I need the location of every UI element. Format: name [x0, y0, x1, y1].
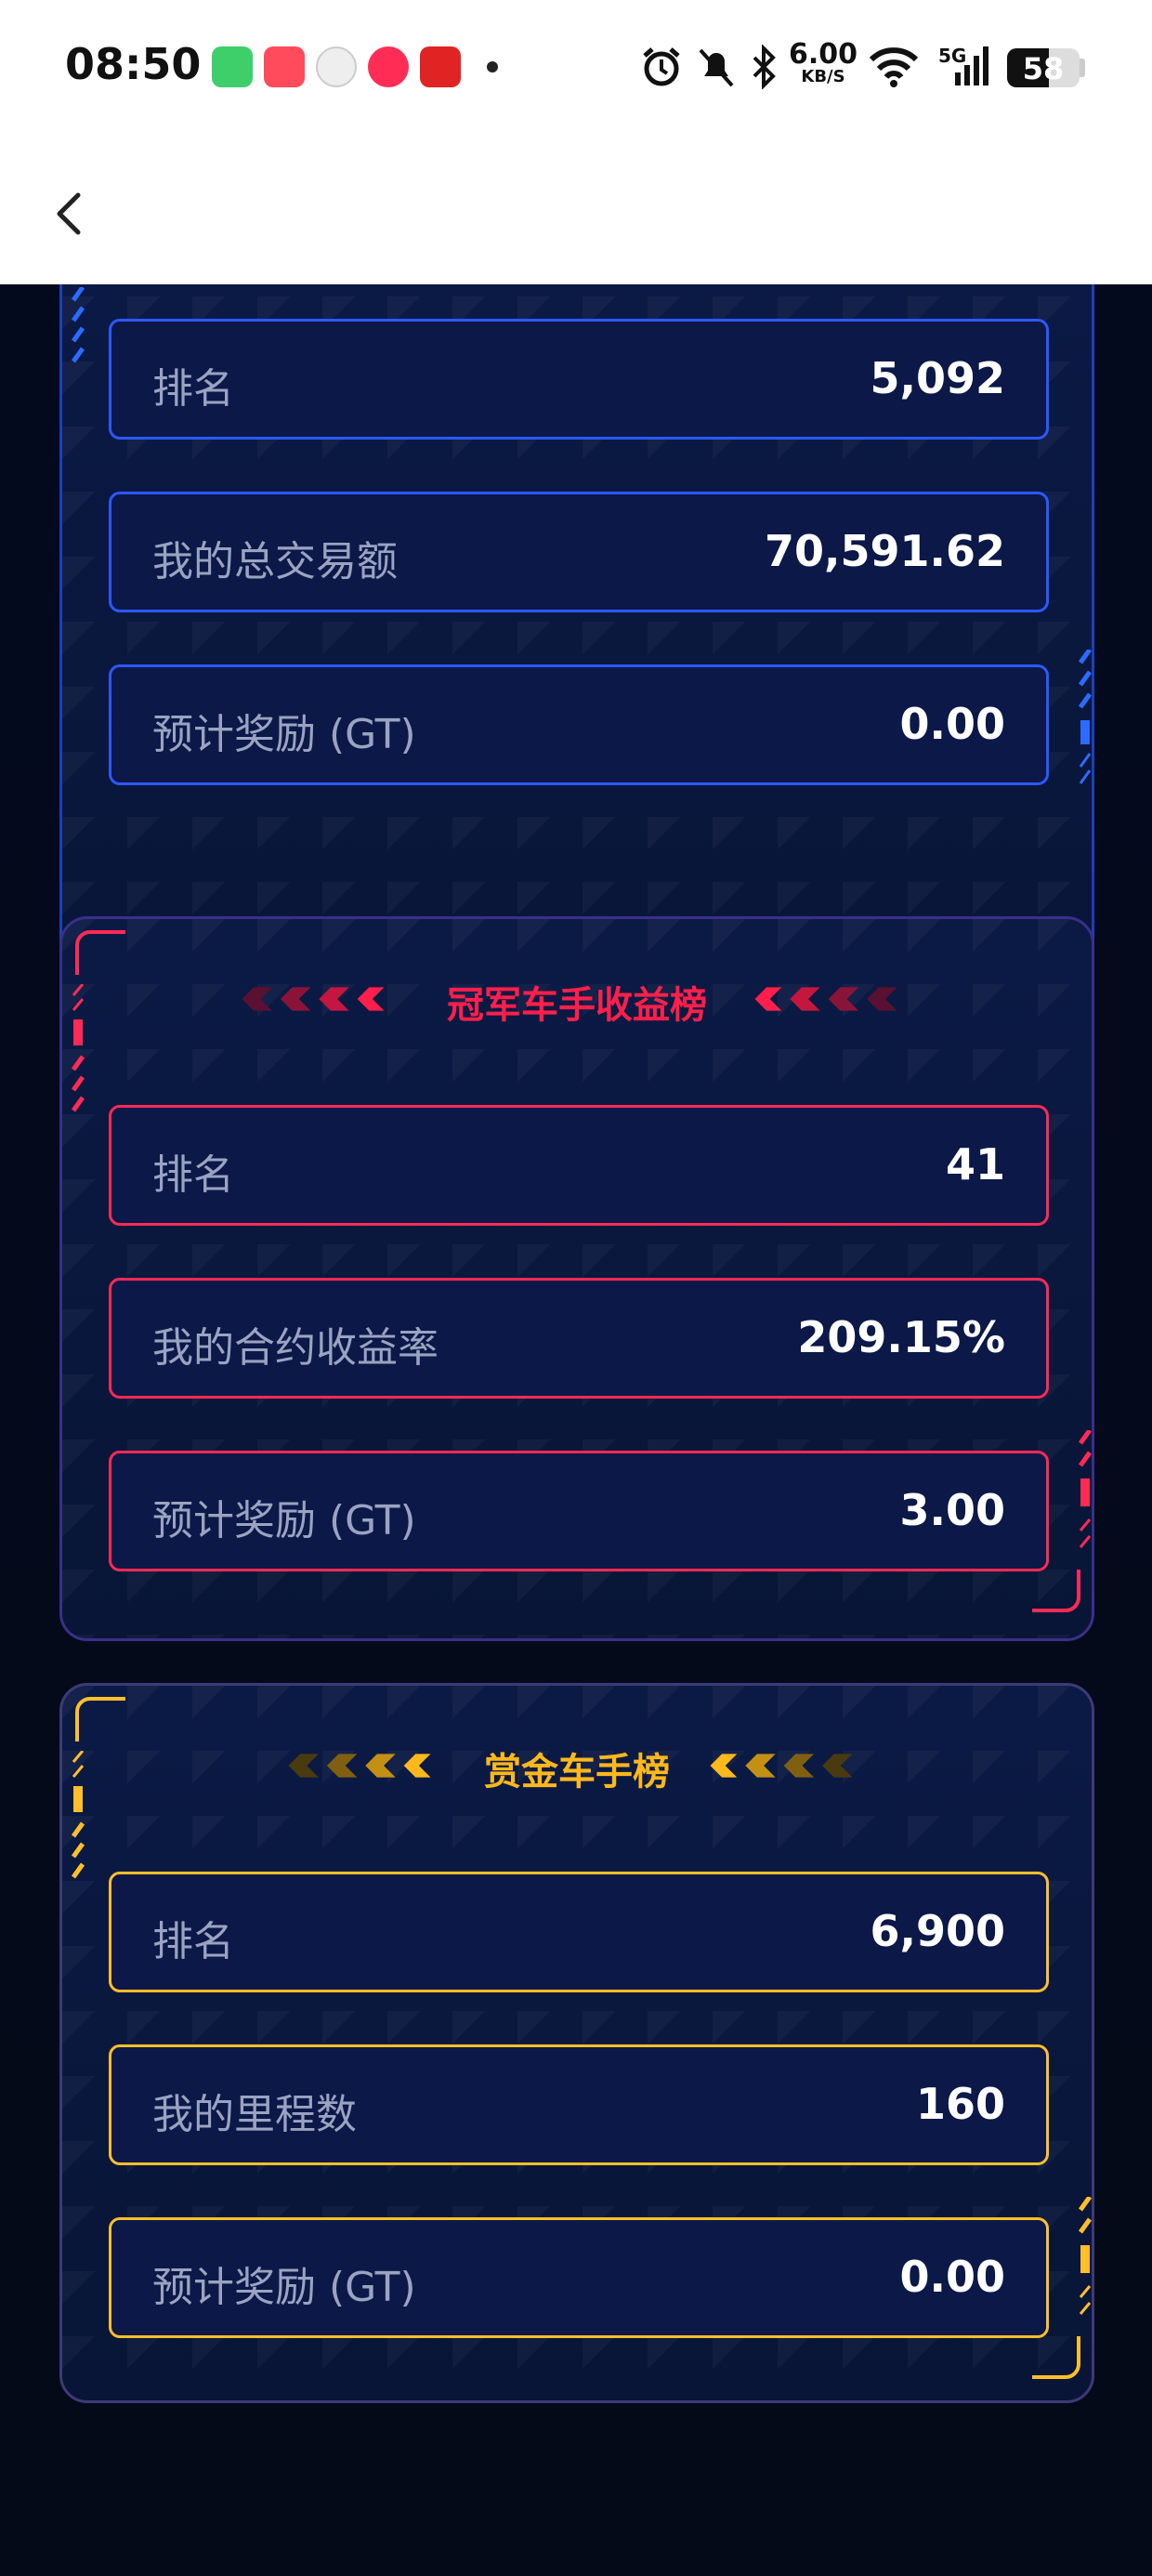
rank-label: 排名: [152, 1151, 234, 1199]
mileage-value: 160: [915, 2079, 1005, 2129]
battery-nub: [1080, 59, 1085, 77]
rank-label: 排名: [152, 365, 234, 413]
total-volume-value: 70,591.62: [765, 526, 1005, 576]
app-icon-shop: [264, 46, 305, 87]
notification-dot: [487, 61, 498, 72]
wifi-icon: [869, 47, 919, 87]
mileage-row: 我的里程数 160: [109, 2044, 1049, 2165]
left-stripe-deco: [71, 287, 85, 363]
contract-return-row: 我的合约收益率 209.15%: [109, 1278, 1049, 1399]
corner-bracket-deco: [75, 930, 125, 975]
mileage-label: 我的里程数: [152, 2091, 357, 2138]
rank-value: 5,092: [870, 353, 1005, 403]
bluetooth-icon: [753, 45, 776, 89]
status-bar: 08:50 6.00 KB/S 5G 58: [0, 0, 1152, 139]
reward-value: 0.00: [899, 699, 1006, 749]
mute-bell-icon: [699, 48, 734, 87]
reward-row: 预计奖励 (GT) 0.00: [109, 2217, 1049, 2338]
checkered-flag-right-deco: [710, 1754, 853, 1778]
contract-return-value: 209.15%: [797, 1312, 1005, 1362]
reward-label: 预计奖励 (GT): [152, 711, 416, 758]
reward-value: 0.00: [899, 2252, 1006, 2302]
reward-label: 预计奖励 (GT): [152, 1497, 416, 1544]
chevron-left-icon: [57, 192, 81, 235]
right-stripe-deco: [1078, 1430, 1093, 1548]
app-icon-clock: [316, 46, 357, 87]
bounty-driver-card: 赏金车手榜 排名 6,900 我的里程数 160 预计奖励 (GT) 0.00: [59, 1683, 1094, 2403]
nav-bar: [0, 139, 1152, 284]
total-volume-label: 我的总交易额: [152, 538, 398, 585]
rank-row: 排名 5,092: [109, 319, 1049, 440]
right-stripe-deco: [1078, 650, 1093, 784]
alarm-icon: [643, 47, 680, 86]
reward-row: 预计奖励 (GT) 3.00: [109, 1451, 1049, 1571]
reward-value: 3.00: [899, 1485, 1006, 1535]
card-title: 赏金车手榜: [484, 1751, 670, 1794]
rank-row: 排名 41: [109, 1105, 1049, 1226]
rank-row: 排名 6,900: [109, 1872, 1049, 1992]
app-icon-play: [368, 46, 409, 87]
corner-bracket-deco: [75, 1697, 125, 1741]
corner-bracket-deco: [1032, 2336, 1080, 2379]
rank-label: 排名: [152, 1918, 234, 1965]
back-button[interactable]: [37, 177, 111, 251]
contract-return-label: 我的合约收益率: [152, 1324, 439, 1372]
app-icon-green: [212, 46, 253, 87]
champion-profit-card: 冠军车手收益榜 排名 41 我的合约收益率 209.15% 预计奖励 (GT) …: [59, 916, 1094, 1641]
total-volume-row: 我的总交易额 70,591.62: [109, 492, 1049, 612]
status-time: 08:50: [65, 39, 202, 89]
reward-label: 预计奖励 (GT): [152, 2264, 416, 2311]
leaderboard-content[interactable]: 排名 5,092 我的总交易额 70,591.62 预计奖励 (GT) 0.00: [0, 284, 1152, 2576]
signal-icon: [955, 46, 988, 85]
right-stripe-deco: [1078, 2197, 1093, 2315]
app-icon-news: [420, 46, 461, 87]
battery-icon: 58: [1007, 48, 1080, 87]
rank-value: 41: [945, 1139, 1005, 1189]
checkered-flag-right-deco: [754, 987, 897, 1011]
corner-bracket-deco: [1032, 1570, 1080, 1612]
reward-row: 预计奖励 (GT) 0.00: [109, 664, 1049, 785]
net-speed: 6.00 KB/S: [788, 38, 858, 86]
rank-value: 6,900: [870, 1906, 1005, 1956]
card-title: 冠军车手收益榜: [447, 984, 707, 1027]
